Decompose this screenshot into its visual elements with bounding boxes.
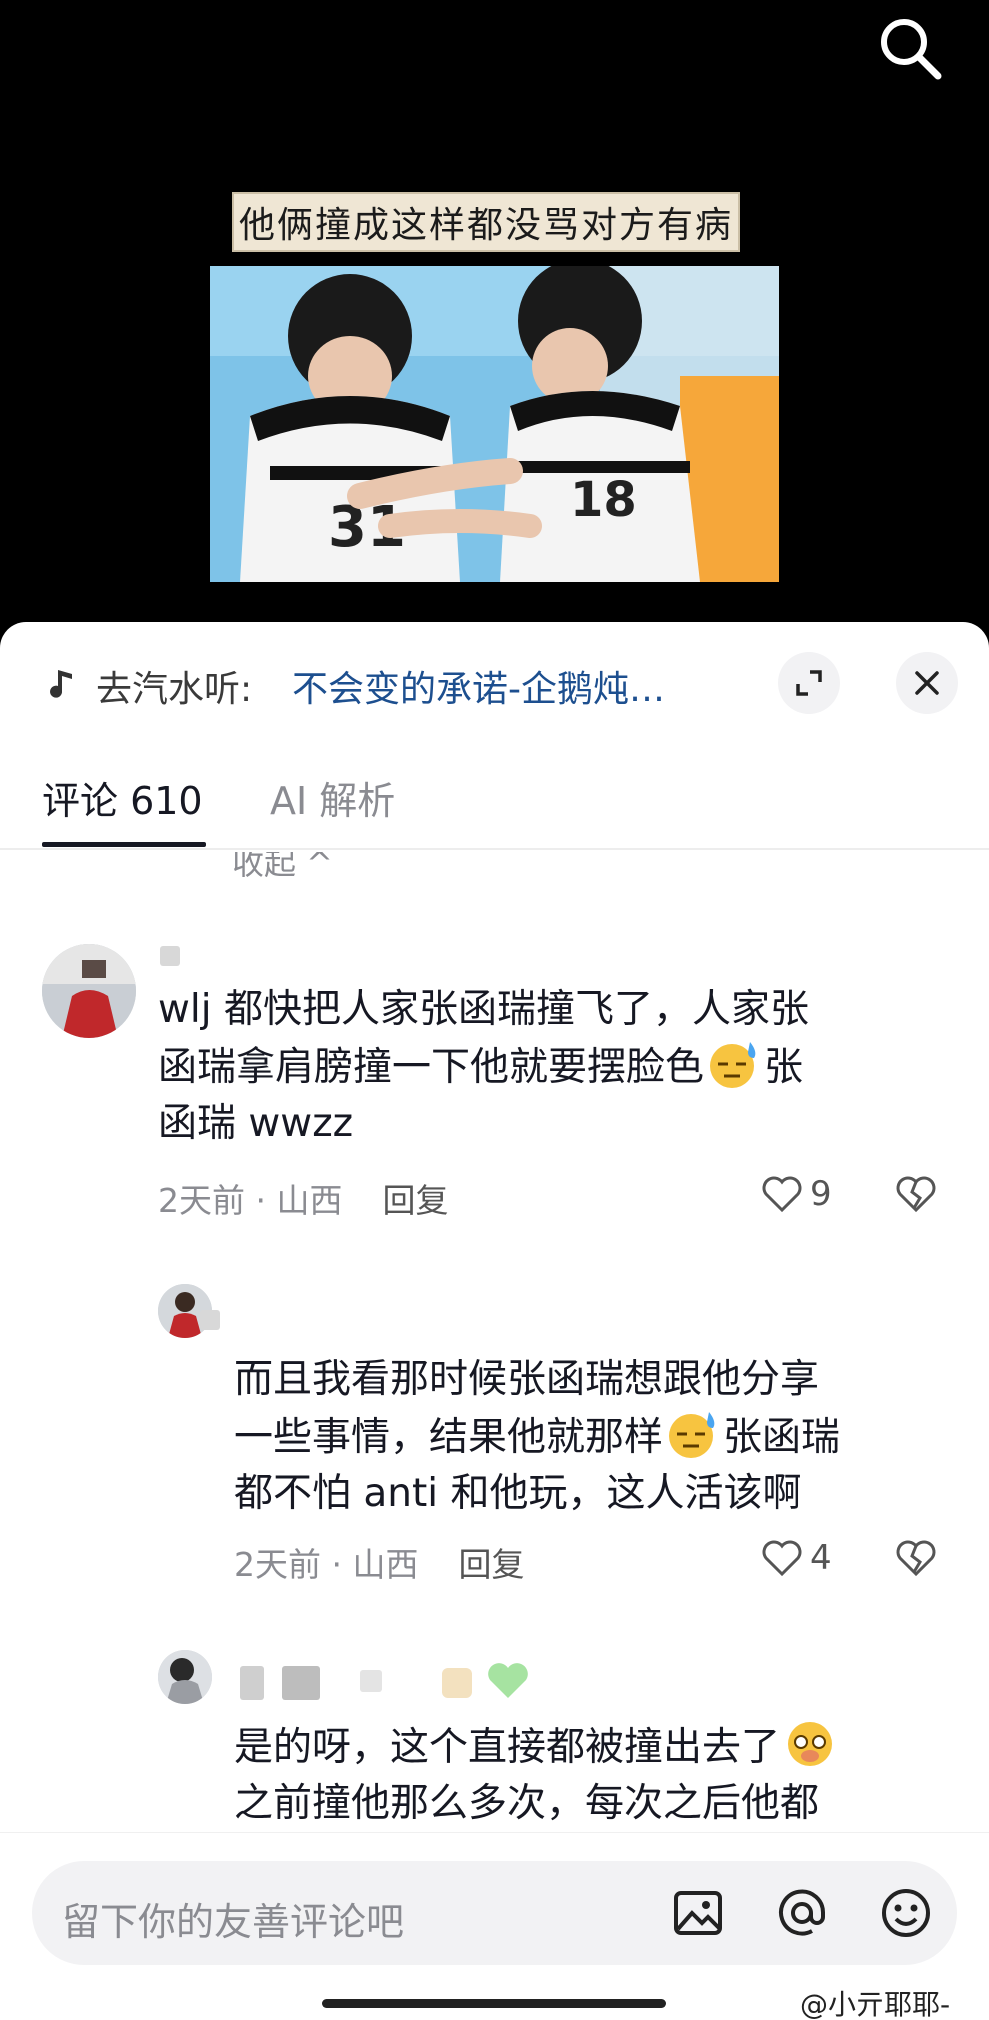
image-icon[interactable]: [668, 1883, 728, 1943]
heart-icon: [762, 1176, 802, 1213]
broken-heart-icon: [896, 1176, 936, 1213]
dislike-button[interactable]: [894, 1538, 938, 1582]
username[interactable]: [200, 1310, 220, 1330]
comment-sheet: 去汽水听: 不会变的承诺-企鹅炖… 评论 610 AI 解析 收起 ^ wlj …: [0, 622, 989, 2020]
music-bar[interactable]: 去汽水听: 不会变的承诺-企鹅炖…: [0, 622, 989, 742]
like-count: 4: [810, 1538, 832, 1578]
comment-location: 山西: [276, 1181, 343, 1220]
like-button[interactable]: 4: [760, 1538, 832, 1578]
comment-input[interactable]: 留下你的友善评论吧: [32, 1861, 957, 1965]
tab-bar: 评论 610 AI 解析: [0, 742, 989, 850]
video-thumbnail: 31 18: [210, 266, 779, 582]
reply-button[interactable]: 回复: [382, 1181, 448, 1220]
comment-text: wlj 都快把人家张函瑞撞飞了，人家张 函瑞拿肩膀撞一下他就要摆脸色张 函瑞 w…: [158, 987, 809, 1146]
like-button[interactable]: 9: [760, 1174, 832, 1214]
like-count: 9: [810, 1174, 832, 1214]
music-title-link[interactable]: 不会变的承诺-企鹅炖…: [292, 660, 665, 712]
comment-input-placeholder: 留下你的友善评论吧: [62, 1900, 405, 1944]
music-note-icon: [50, 670, 72, 698]
tab-ai-analysis[interactable]: AI 解析: [270, 770, 395, 825]
sweat-emoji-icon: [669, 1412, 715, 1458]
reply-button[interactable]: 回复: [458, 1545, 524, 1584]
watermark: @小亓耶耶-: [800, 1988, 951, 2020]
mention-icon[interactable]: [772, 1883, 832, 1943]
pleading-emoji-icon: [788, 1722, 833, 1766]
comment-meta: 2天前 · 山西 回复: [158, 1181, 449, 1220]
expand-icon: [796, 670, 822, 696]
expand-button[interactable]: [778, 652, 840, 714]
home-indicator[interactable]: [322, 1999, 666, 2008]
username-blur: [360, 1670, 382, 1692]
dislike-button[interactable]: [894, 1174, 938, 1218]
close-button[interactable]: [896, 652, 958, 714]
comment-location: 山西: [352, 1545, 419, 1584]
heart-emoji-icon: [442, 1663, 528, 1698]
comment-list[interactable]: 收起 ^ wlj 都快把人家张函瑞撞飞了，人家张 函瑞拿肩膀撞一下他就要摆脸色张…: [0, 852, 989, 1832]
comment-meta: 2天前 · 山西 回复: [234, 1545, 525, 1584]
video-caption: 他俩撞成这样都没骂对方有病: [232, 192, 740, 252]
collapse-replies-link[interactable]: 收起 ^: [232, 852, 333, 884]
username[interactable]: [160, 946, 180, 966]
close-icon: [915, 671, 939, 695]
music-prefix: 去汽水听:: [96, 669, 253, 710]
comment-time: 2天前: [158, 1181, 245, 1220]
comment-input-bar: 留下你的友善评论吧 @小亓耶耶-: [0, 1832, 989, 2020]
svg-text:18: 18: [570, 472, 637, 528]
avatar[interactable]: [158, 1650, 212, 1704]
emoji-icon[interactable]: [876, 1883, 936, 1943]
username[interactable]: [240, 1666, 264, 1700]
comment-time: 2天前: [234, 1545, 321, 1584]
broken-heart-icon: [896, 1540, 936, 1577]
video-player[interactable]: 他俩撞成这样都没骂对方有病 31 18: [0, 0, 989, 640]
comment-text: 是的呀，这个直接都被撞出去了 之前撞他那么多次，每次之后他都: [234, 1718, 964, 1832]
sweat-emoji-icon: [710, 1042, 756, 1088]
search-icon[interactable]: [874, 12, 946, 84]
avatar[interactable]: [42, 944, 136, 1038]
comment-text: 而且我看那时候张函瑞想跟他分享 一些事情，结果他就那样 张函瑞 都不怕 anti …: [234, 1357, 841, 1516]
active-tab-indicator: [42, 842, 206, 847]
heart-icon: [762, 1540, 802, 1577]
tab-comments[interactable]: 评论 610: [42, 770, 203, 825]
username-blur: [282, 1666, 320, 1700]
